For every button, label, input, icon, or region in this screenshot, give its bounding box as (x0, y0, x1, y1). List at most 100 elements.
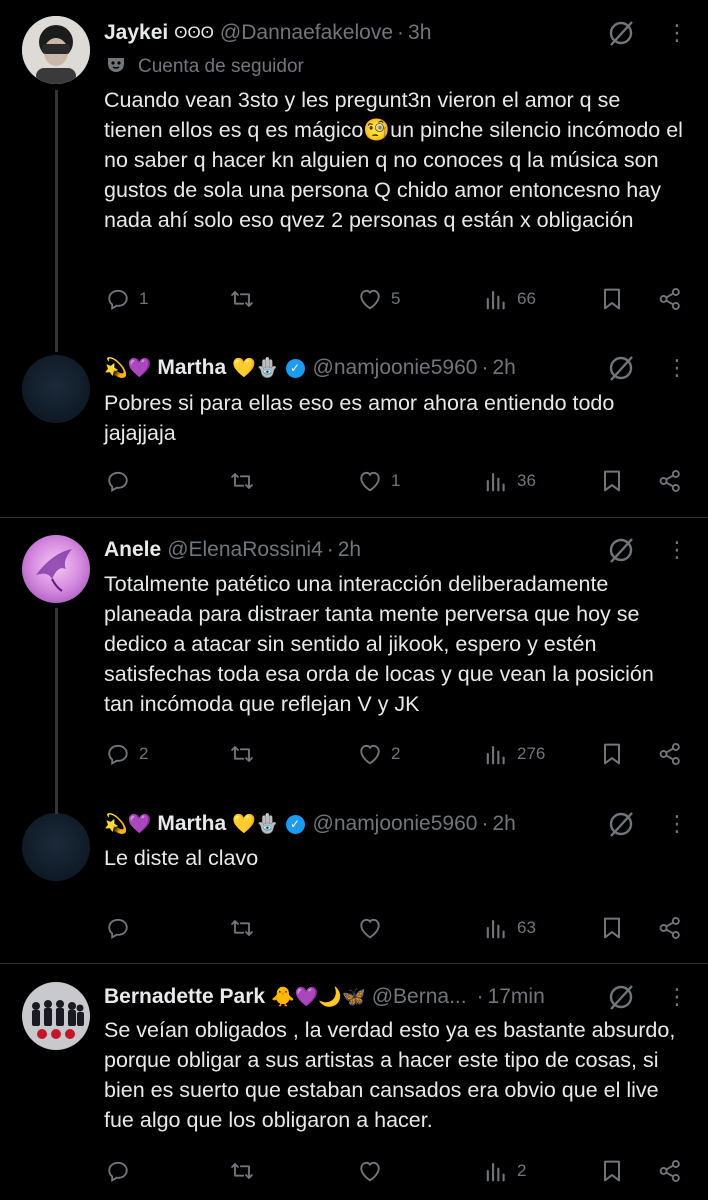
share-icon (659, 288, 680, 310)
share-button[interactable] (656, 1156, 684, 1186)
reply-button[interactable] (104, 466, 139, 496)
display-name[interactable]: Jaykei (104, 21, 168, 45)
tweet[interactable]: Bernadette Park 🐥💜🌙🦋 @Berna... · 17min ⋮… (0, 964, 708, 1200)
action-bar: 1 36 (104, 466, 694, 496)
views-button[interactable]: 66 (482, 284, 536, 314)
views-button[interactable]: 63 (482, 913, 536, 943)
timestamp[interactable]: 3h (408, 21, 431, 45)
bookmark-button[interactable] (598, 739, 626, 769)
timestamp[interactable]: 2h (492, 812, 515, 836)
thread-line (55, 90, 58, 352)
views-button[interactable]: 2 (482, 1156, 526, 1186)
grok-icon[interactable] (606, 18, 636, 48)
separator: · (326, 538, 334, 561)
mask-icon (106, 55, 126, 80)
share-icon (659, 917, 680, 939)
bookmark-button[interactable] (598, 466, 626, 496)
action-bar: 63 (104, 913, 694, 943)
tweet-header: Bernadette Park 🐥💜🌙🦋 @Berna... · 17min (104, 982, 618, 1012)
name-emoji: 💫💜 (104, 814, 152, 835)
tweet-header: Jaykei ʘʘʘ @Dannaefakelove · 3h (104, 18, 618, 48)
share-button[interactable] (656, 284, 684, 314)
view-count: 276 (517, 744, 546, 763)
bookmark-icon (604, 470, 620, 492)
separator: · (476, 985, 484, 1008)
like-button[interactable] (356, 913, 391, 943)
reply-button[interactable]: 1 (104, 284, 148, 314)
avatar[interactable] (22, 16, 90, 84)
grok-icon[interactable] (606, 809, 636, 839)
like-button[interactable] (356, 1156, 391, 1186)
share-button[interactable] (656, 913, 684, 943)
more-options-icon[interactable]: ⋮ (666, 809, 688, 839)
avatar[interactable] (22, 982, 90, 1050)
name-emoji: 💛🪬 (232, 358, 280, 379)
like-button[interactable]: 5 (356, 284, 400, 314)
thread-line (55, 608, 58, 814)
views-icon (486, 290, 505, 310)
context-label: Cuenta de seguidor (104, 54, 304, 80)
grok-icon[interactable] (606, 982, 636, 1012)
retweet-button[interactable] (228, 284, 263, 314)
retweet-button[interactable] (228, 466, 263, 496)
handle[interactable]: @ElenaRossini4 (167, 538, 323, 562)
more-options-icon[interactable]: ⋮ (666, 353, 688, 383)
tweet[interactable]: 💫💜 Martha 💛🪬 ✓ @namjoonie5960 · 2h ⋮ Pob… (0, 345, 708, 517)
view-count: 63 (517, 918, 536, 937)
name-emoji: 🐥💜🌙🦋 (271, 987, 366, 1008)
tweet-header: 💫💜 Martha 💛🪬 ✓ @namjoonie5960 · 2h (104, 353, 618, 383)
avatar[interactable] (22, 355, 90, 423)
handle[interactable]: @Berna... (372, 985, 467, 1009)
more-options-icon[interactable]: ⋮ (666, 18, 688, 48)
like-count: 2 (391, 744, 401, 763)
timestamp[interactable]: 17min (488, 985, 545, 1009)
display-name[interactable]: Martha (157, 356, 226, 380)
avatar[interactable] (22, 535, 90, 603)
views-button[interactable]: 36 (482, 466, 536, 496)
share-button[interactable] (656, 739, 684, 769)
heart-icon (360, 918, 380, 939)
share-icon (659, 743, 680, 765)
retweet-icon (231, 746, 253, 762)
reply-count: 2 (139, 744, 149, 763)
more-options-icon[interactable]: ⋮ (666, 535, 688, 565)
reply-button[interactable] (104, 1156, 139, 1186)
retweet-button[interactable] (228, 1156, 263, 1186)
views-button[interactable]: 276 (482, 739, 545, 769)
name-emoji: 💛🪬 (232, 814, 280, 835)
tweet[interactable]: Anele @ElenaRossini4 · 2h ⋮ Totalmente p… (0, 518, 708, 803)
more-options-icon[interactable]: ⋮ (666, 982, 688, 1012)
view-count: 36 (517, 471, 536, 490)
handle[interactable]: @Dannaefakelove (220, 21, 393, 45)
grok-icon[interactable] (606, 353, 636, 383)
handle[interactable]: @namjoonie5960 (313, 356, 478, 380)
like-button[interactable]: 2 (356, 739, 400, 769)
bookmark-button[interactable] (598, 1156, 626, 1186)
share-button[interactable] (656, 466, 684, 496)
grok-icon[interactable] (606, 535, 636, 565)
retweet-button[interactable] (228, 913, 263, 943)
view-count: 2 (517, 1161, 527, 1180)
reply-button[interactable] (104, 913, 139, 943)
like-button[interactable]: 1 (356, 466, 400, 496)
tweet-text: Le diste al clavo (104, 846, 259, 870)
bookmark-button[interactable] (598, 284, 626, 314)
timestamp[interactable]: 2h (338, 538, 361, 562)
verified-badge-icon: ✓ (285, 814, 305, 834)
tweet[interactable]: Jaykei ʘʘʘ @Dannaefakelove · 3h Cuenta d… (0, 0, 708, 345)
bookmark-button[interactable] (598, 913, 626, 943)
heart-icon (360, 1161, 380, 1182)
reply-button[interactable]: 2 (104, 739, 148, 769)
display-name[interactable]: Bernadette Park (104, 985, 265, 1009)
display-name[interactable]: Anele (104, 538, 161, 562)
view-count: 66 (517, 289, 536, 308)
views-icon (486, 472, 505, 492)
separator: · (481, 356, 489, 379)
retweet-icon (231, 473, 253, 489)
handle[interactable]: @namjoonie5960 (313, 812, 478, 836)
tweet[interactable]: 💫💜 Martha 💛🪬 ✓ @namjoonie5960 · 2h ⋮ Le … (0, 803, 708, 963)
retweet-button[interactable] (228, 739, 263, 769)
avatar[interactable] (22, 813, 90, 881)
display-name[interactable]: Martha (157, 812, 226, 836)
timestamp[interactable]: 2h (492, 356, 515, 380)
